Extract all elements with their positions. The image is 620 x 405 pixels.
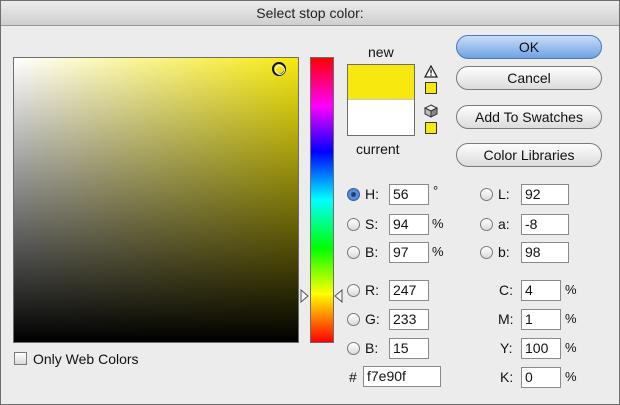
red-field[interactable]: 247 bbox=[389, 280, 429, 301]
radio-a-channel[interactable] bbox=[480, 218, 493, 231]
radio-b-channel[interactable] bbox=[480, 246, 493, 259]
blue-field[interactable]: 15 bbox=[389, 338, 429, 359]
warning-triangle-icon[interactable] bbox=[424, 65, 438, 78]
cube-icon[interactable] bbox=[424, 104, 438, 118]
color-preview bbox=[347, 64, 415, 136]
black-label: K: bbox=[500, 369, 514, 385]
radio-lightness[interactable] bbox=[480, 188, 493, 201]
black-field[interactable]: 0 bbox=[521, 367, 561, 388]
magenta-field[interactable]: 1 bbox=[521, 309, 561, 330]
hue-slider-right-arrow-icon[interactable] bbox=[333, 289, 343, 303]
select-stop-color-dialog: Select stop color: new current OK Cancel… bbox=[0, 0, 620, 405]
magenta-label: M: bbox=[498, 311, 514, 327]
color-field[interactable] bbox=[13, 57, 299, 343]
window-title: Select stop color: bbox=[1, 1, 619, 26]
brightness-label: B: bbox=[365, 244, 379, 260]
new-color-swatch[interactable] bbox=[348, 65, 414, 99]
radio-brightness[interactable] bbox=[347, 246, 360, 259]
lightness-field[interactable]: 92 bbox=[521, 184, 569, 205]
only-web-colors-checkbox[interactable] bbox=[14, 352, 27, 365]
b-channel-label: b: bbox=[498, 244, 510, 260]
red-label: R: bbox=[365, 282, 379, 298]
radio-saturation[interactable] bbox=[347, 218, 360, 231]
cyan-unit: % bbox=[565, 282, 577, 297]
brightness-unit: % bbox=[432, 244, 444, 259]
radio-green[interactable] bbox=[347, 313, 360, 326]
color-field-cursor[interactable] bbox=[272, 62, 286, 76]
lightness-label: L: bbox=[498, 186, 510, 202]
radio-blue[interactable] bbox=[347, 342, 360, 355]
cyan-field[interactable]: 4 bbox=[521, 280, 561, 301]
green-field[interactable]: 233 bbox=[389, 309, 429, 330]
magenta-unit: % bbox=[565, 311, 577, 326]
only-web-colors-label: Only Web Colors bbox=[33, 351, 139, 367]
hue-slider-left-arrow-icon[interactable] bbox=[300, 289, 310, 303]
b-channel-field[interactable]: 98 bbox=[521, 242, 569, 263]
hue-field[interactable]: 56 bbox=[389, 184, 429, 205]
cyan-label: C: bbox=[499, 282, 513, 298]
blue-label: B: bbox=[365, 340, 379, 356]
color-libraries-button[interactable]: Color Libraries bbox=[456, 143, 602, 167]
black-unit: % bbox=[565, 369, 577, 384]
hue-label: H: bbox=[365, 186, 379, 202]
cancel-button[interactable]: Cancel bbox=[456, 66, 602, 90]
add-to-swatches-button[interactable]: Add To Swatches bbox=[456, 105, 602, 129]
current-color-label: current bbox=[356, 141, 400, 157]
saturation-unit: % bbox=[432, 216, 444, 231]
hue-unit: ° bbox=[433, 183, 439, 198]
yellow-unit: % bbox=[565, 340, 577, 355]
hex-field[interactable]: f7e90f bbox=[363, 366, 441, 387]
brightness-field[interactable]: 97 bbox=[389, 242, 429, 263]
saturation-field[interactable]: 94 bbox=[389, 214, 429, 235]
gamut-warning-swatch[interactable] bbox=[425, 82, 437, 94]
yellow-field[interactable]: 100 bbox=[521, 338, 561, 359]
new-color-label: new bbox=[368, 44, 394, 60]
saturation-label: S: bbox=[365, 216, 379, 232]
a-channel-label: a: bbox=[498, 216, 510, 232]
green-label: G: bbox=[365, 311, 380, 327]
a-channel-field[interactable]: -8 bbox=[521, 214, 569, 235]
web-safe-swatch[interactable] bbox=[425, 122, 437, 134]
hue-slider[interactable] bbox=[310, 57, 334, 343]
ok-button[interactable]: OK bbox=[456, 35, 602, 59]
current-color-swatch[interactable] bbox=[348, 99, 414, 135]
radio-red[interactable] bbox=[347, 284, 360, 297]
radio-hue[interactable] bbox=[347, 188, 360, 201]
yellow-label: Y: bbox=[500, 340, 513, 356]
hex-label: # bbox=[349, 369, 357, 385]
